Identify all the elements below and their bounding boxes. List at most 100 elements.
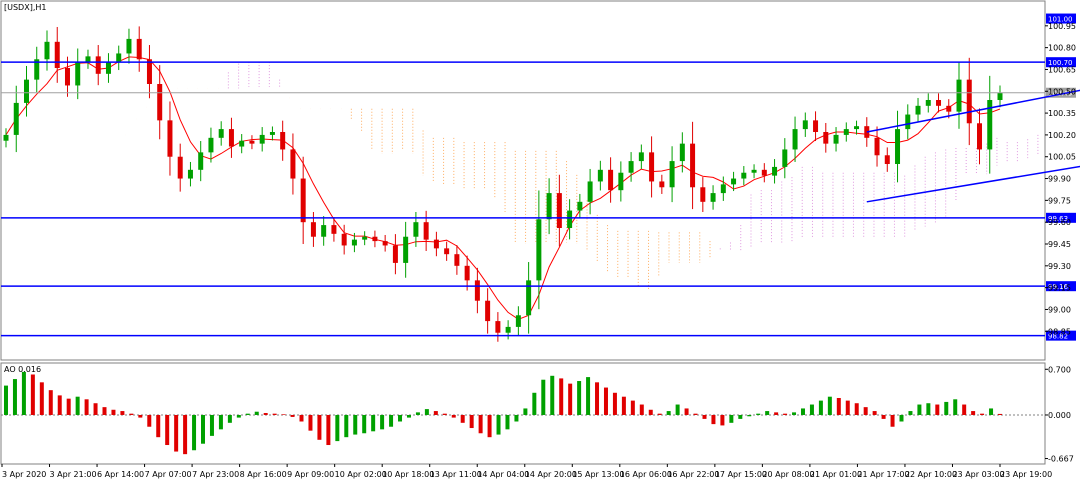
- candle-body: [638, 152, 644, 162]
- candle-body: [710, 193, 716, 202]
- candle-body: [802, 120, 808, 130]
- candle-body: [64, 68, 70, 86]
- candle-body: [310, 222, 316, 237]
- candle-body: [362, 236, 368, 240]
- main-panel-frame: [0, 0, 1046, 361]
- ao-tick-label: 0.700: [1048, 365, 1071, 374]
- candle-body: [700, 187, 706, 202]
- price-tick-label: 99.45: [1048, 240, 1071, 249]
- candle-body: [741, 172, 747, 179]
- candle-body: [597, 169, 603, 182]
- candle-body: [577, 201, 583, 211]
- time-tick-label: 3 Apr 21:00: [50, 470, 97, 479]
- time-axis: 3 Apr 2020 3 Apr 21:00 6 Apr 14:00 7 Apr 07…: [1, 464, 1052, 479]
- candle-body: [126, 38, 132, 54]
- candle-body: [136, 38, 142, 60]
- candle-body: [157, 84, 163, 121]
- time-tick-label: 8 Apr 16:00: [240, 470, 287, 479]
- time-tick-label: 21 Apr 17:00: [857, 470, 909, 479]
- price-tick-label: 99.15: [1048, 284, 1071, 293]
- candle-body: [895, 129, 901, 164]
- candle-body: [208, 137, 214, 153]
- candle-body: [546, 193, 552, 220]
- candle-body: [85, 56, 91, 63]
- price-tick-label: 99.90: [1048, 175, 1071, 184]
- candle-body: [54, 41, 60, 68]
- time-tick-label: 22 Apr 10:00: [905, 470, 957, 479]
- candle-body: [341, 233, 347, 246]
- candle-body: [587, 181, 593, 202]
- candle-body: [187, 169, 193, 179]
- candle-body: [351, 239, 357, 246]
- candle-body: [423, 222, 429, 240]
- time-tick-label: 23 Apr 19:00: [1000, 470, 1052, 479]
- price-tick-label: 99.30: [1048, 262, 1071, 271]
- price-tick-label: 99.00: [1048, 305, 1071, 314]
- candle-body: [731, 178, 737, 185]
- candle-body: [659, 181, 665, 188]
- indicator-title: AO 0.016: [4, 365, 41, 374]
- candle-body: [679, 143, 685, 162]
- candle-body: [444, 248, 450, 255]
- time-tick-label: 20 Apr 08:00: [762, 470, 814, 479]
- candle-body: [249, 140, 255, 144]
- candle-body: [628, 161, 634, 173]
- candle-body: [505, 326, 511, 333]
- candle-body: [649, 152, 655, 182]
- candle-body: [823, 132, 829, 144]
- candle-body: [720, 184, 726, 194]
- candle-body: [382, 241, 388, 246]
- candle-body: [105, 62, 111, 74]
- chart-title: [USDX],H1: [4, 3, 46, 12]
- candle-body: [95, 56, 101, 74]
- candle-body: [905, 114, 911, 130]
- candle-body: [290, 149, 296, 179]
- candle-body: [177, 156, 183, 179]
- candle-body: [44, 41, 50, 60]
- candle-body: [977, 123, 983, 150]
- time-tick-label: 14 Apr 20:00: [525, 470, 577, 479]
- candle-body: [413, 222, 419, 237]
- candle-body: [495, 321, 501, 333]
- time-tick-label: 13 Apr 11:00: [430, 470, 482, 479]
- time-tick-label: 10 Apr 18:00: [382, 470, 434, 479]
- price-tick-label: 100.20: [1048, 131, 1076, 140]
- candle-body: [956, 79, 962, 112]
- time-tick-label: 7 Apr 07:00: [145, 470, 192, 479]
- candle-body: [782, 149, 788, 167]
- candle-body: [228, 129, 234, 147]
- ao-axis: 0.700 0.000 -0.667: [1045, 365, 1074, 464]
- candle-body: [751, 169, 757, 173]
- candle-body: [474, 280, 480, 301]
- candle-body: [116, 53, 122, 63]
- candle-body: [843, 129, 849, 135]
- candle-body: [198, 152, 204, 170]
- time-tick-label: 9 Apr 09:00: [287, 470, 334, 479]
- candle-body: [464, 265, 470, 281]
- candle-body: [608, 169, 614, 191]
- candle-body: [372, 236, 378, 242]
- candle-body: [392, 245, 398, 263]
- candle-body: [792, 129, 798, 150]
- candle-body: [300, 178, 306, 223]
- candle-body: [925, 100, 931, 106]
- candle-body: [13, 102, 19, 135]
- candle-body: [280, 132, 286, 150]
- candle-body: [772, 166, 778, 176]
- price-tick-label: 99.60: [1048, 218, 1071, 227]
- candle-body: [690, 143, 696, 188]
- candle-body: [239, 140, 245, 147]
- candle-body: [331, 225, 337, 234]
- candle-body: [515, 315, 521, 327]
- candle-body: [854, 126, 860, 130]
- price-tick-label: 100.80: [1048, 44, 1076, 53]
- candle-body: [884, 155, 890, 164]
- candle-body: [321, 225, 327, 237]
- time-tick-label: 10 Apr 02:00: [335, 470, 387, 479]
- price-tick-label: 99.75: [1048, 196, 1071, 205]
- time-tick-label: 23 Apr 03:00: [952, 470, 1004, 479]
- price-tick-label: 100.95: [1048, 22, 1076, 31]
- time-tick-label: 17 Apr 15:00: [715, 470, 767, 479]
- candle-body: [669, 161, 675, 188]
- candle-body: [833, 134, 839, 144]
